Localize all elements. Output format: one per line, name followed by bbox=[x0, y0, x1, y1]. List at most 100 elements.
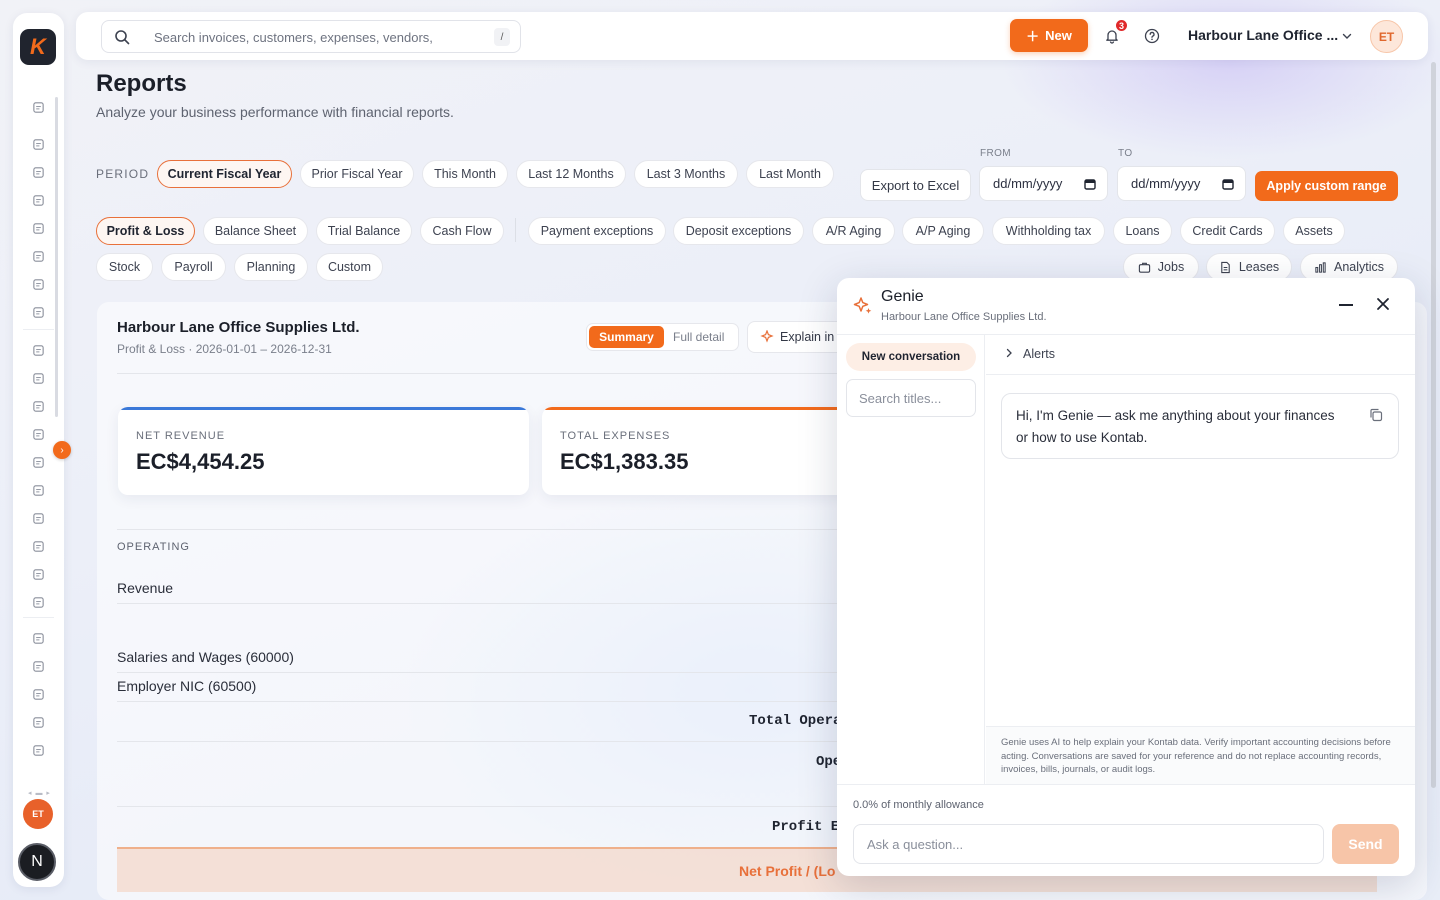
sidebar-sync-icon[interactable] bbox=[31, 483, 45, 497]
sidebar-box-icon[interactable] bbox=[31, 165, 45, 179]
divider bbox=[23, 617, 54, 618]
close-icon[interactable] bbox=[1375, 296, 1391, 312]
app-logo[interactable]: K bbox=[20, 29, 56, 65]
section-operating: OPERATING bbox=[117, 541, 190, 553]
to-date-input[interactable]: dd/mm/yyyy bbox=[1117, 166, 1246, 201]
sidebar-bank-icon[interactable] bbox=[31, 343, 45, 357]
organization-switcher[interactable]: Harbour Lane Office ... bbox=[1188, 27, 1338, 43]
sidebar-send-icon[interactable] bbox=[31, 687, 45, 701]
report-loans[interactable]: Loans bbox=[1113, 217, 1172, 245]
divider bbox=[117, 806, 837, 807]
sidebar-refresh-icon[interactable] bbox=[31, 399, 45, 413]
sidebar-collapse-button[interactable]: › bbox=[53, 441, 71, 459]
sidebar-receipt-icon[interactable] bbox=[31, 427, 45, 441]
sidebar-report-icon[interactable] bbox=[31, 249, 45, 263]
sidebar-cart-icon[interactable] bbox=[31, 511, 45, 525]
report-jobs[interactable]: Jobs bbox=[1123, 253, 1199, 281]
sidebar-team-icon[interactable] bbox=[31, 137, 45, 151]
period-this-month[interactable]: This Month bbox=[422, 160, 508, 188]
divider bbox=[117, 373, 837, 374]
report-ap-aging[interactable]: A/P Aging bbox=[902, 217, 984, 245]
report-profit-loss[interactable]: Profit & Loss bbox=[96, 217, 195, 245]
report-assets[interactable]: Assets bbox=[1283, 217, 1345, 245]
ask-question-input[interactable]: Ask a question... bbox=[853, 824, 1324, 864]
summary-view-button[interactable]: Summary bbox=[589, 326, 664, 348]
sidebar-copy-icon[interactable] bbox=[31, 371, 45, 385]
sidebar-file-icon[interactable] bbox=[31, 305, 45, 319]
conversation-sidebar: New conversation Search titles... bbox=[837, 335, 985, 784]
search-shortcut-hint: / bbox=[494, 28, 510, 46]
sidebar-bill-icon[interactable] bbox=[31, 539, 45, 553]
full-detail-view-button[interactable]: Full detail bbox=[673, 330, 724, 344]
period-current-fiscal-year[interactable]: Current Fiscal Year bbox=[157, 160, 292, 188]
sidebar-list-icon[interactable] bbox=[31, 567, 45, 581]
sidebar-monitor-icon[interactable] bbox=[31, 659, 45, 673]
report-payroll[interactable]: Payroll bbox=[161, 253, 226, 281]
from-label: FROM bbox=[980, 148, 1012, 159]
page-scrollbar[interactable] bbox=[1431, 62, 1436, 788]
kpi-value: EC$4,454.25 bbox=[136, 449, 265, 474]
sparkle-icon bbox=[760, 330, 774, 343]
explain-button[interactable]: Explain in bbox=[747, 321, 847, 353]
minimize-icon[interactable] bbox=[1339, 304, 1353, 306]
report-credit-cards[interactable]: Credit Cards bbox=[1180, 217, 1275, 245]
sidebar-scrollbar[interactable] bbox=[55, 97, 58, 417]
period-last-3-months[interactable]: Last 3 Months bbox=[634, 160, 738, 188]
report-withholding-tax[interactable]: Withholding tax bbox=[992, 217, 1105, 245]
allowance-usage: 0.0% of monthly allowance bbox=[853, 799, 984, 811]
report-ar-aging[interactable]: A/R Aging bbox=[812, 217, 895, 245]
report-leases[interactable]: Leases bbox=[1206, 253, 1292, 281]
report-analytics[interactable]: Analytics bbox=[1300, 253, 1398, 281]
send-button[interactable]: Send bbox=[1332, 824, 1399, 864]
report-deposit-exceptions[interactable]: Deposit exceptions bbox=[673, 217, 804, 245]
row-salaries: Salaries and Wages (60000) bbox=[117, 649, 294, 665]
help-icon[interactable] bbox=[1144, 28, 1160, 44]
export-to-excel-button[interactable]: Export to Excel bbox=[860, 169, 971, 201]
chevron-down-icon[interactable] bbox=[1341, 30, 1353, 42]
user-avatar[interactable]: ET bbox=[1370, 20, 1403, 53]
copy-icon[interactable] bbox=[1368, 407, 1384, 423]
workspace-switcher[interactable]: N bbox=[18, 843, 56, 881]
report-company-name: Harbour Lane Office Supplies Ltd. bbox=[117, 319, 360, 336]
period-last-month[interactable]: Last Month bbox=[746, 160, 834, 188]
sidebar-scroll-dots: ◂ ▬ ▸ bbox=[28, 790, 51, 797]
report-balance-sheet[interactable]: Balance Sheet bbox=[203, 217, 308, 245]
divider bbox=[117, 603, 837, 604]
report-planning[interactable]: Planning bbox=[234, 253, 308, 281]
notification-badge: 3 bbox=[1114, 18, 1129, 33]
genie-panel: Genie Harbour Lane Office Supplies Ltd. … bbox=[837, 278, 1415, 876]
report-stock[interactable]: Stock bbox=[96, 253, 153, 281]
new-button[interactable]: ＋ New bbox=[1010, 19, 1088, 52]
sidebar-truck-icon[interactable] bbox=[31, 595, 45, 609]
genie-subtitle: Harbour Lane Office Supplies Ltd. bbox=[881, 311, 1047, 323]
sidebar-monitor-icon[interactable] bbox=[31, 715, 45, 729]
kpi-accent-bar bbox=[118, 407, 529, 410]
report-custom[interactable]: Custom bbox=[316, 253, 383, 281]
sidebar-avatar[interactable]: ET bbox=[23, 799, 53, 829]
sidebar-home-icon[interactable] bbox=[31, 100, 45, 114]
total-operating-label: Total Opera bbox=[749, 713, 842, 729]
report-cash-flow[interactable]: Cash Flow bbox=[420, 217, 504, 245]
from-date-input[interactable]: dd/mm/yyyy bbox=[979, 166, 1108, 201]
period-last-12-months[interactable]: Last 12 Months bbox=[516, 160, 626, 188]
sidebar-monitor-icon[interactable] bbox=[31, 631, 45, 645]
sidebar-invoice-icon[interactable] bbox=[31, 221, 45, 235]
sparkle-icon bbox=[853, 297, 872, 314]
sidebar-card-icon[interactable] bbox=[31, 455, 45, 469]
to-label: TO bbox=[1118, 148, 1133, 159]
alerts-toggle[interactable]: Alerts bbox=[986, 335, 1415, 375]
sidebar-document-icon[interactable] bbox=[31, 193, 45, 207]
period-prior-fiscal-year[interactable]: Prior Fiscal Year bbox=[300, 160, 414, 188]
new-conversation-button[interactable]: New conversation bbox=[846, 343, 976, 371]
sidebar-clock-icon[interactable] bbox=[31, 277, 45, 291]
search-titles-input[interactable]: Search titles... bbox=[846, 379, 976, 417]
apply-custom-range-button[interactable]: Apply custom range bbox=[1255, 171, 1398, 201]
divider bbox=[117, 672, 837, 673]
sidebar-card-icon[interactable] bbox=[31, 743, 45, 757]
report-payment-exceptions[interactable]: Payment exceptions bbox=[528, 217, 666, 245]
report-trial-balance[interactable]: Trial Balance bbox=[316, 217, 412, 245]
divider bbox=[117, 529, 837, 530]
global-search-input[interactable]: Search invoices, customers, expenses, ve… bbox=[101, 20, 521, 53]
report-meta: Profit & Loss · 2026-01-01 – 2026-12-31 bbox=[117, 342, 332, 356]
search-icon bbox=[115, 30, 130, 45]
